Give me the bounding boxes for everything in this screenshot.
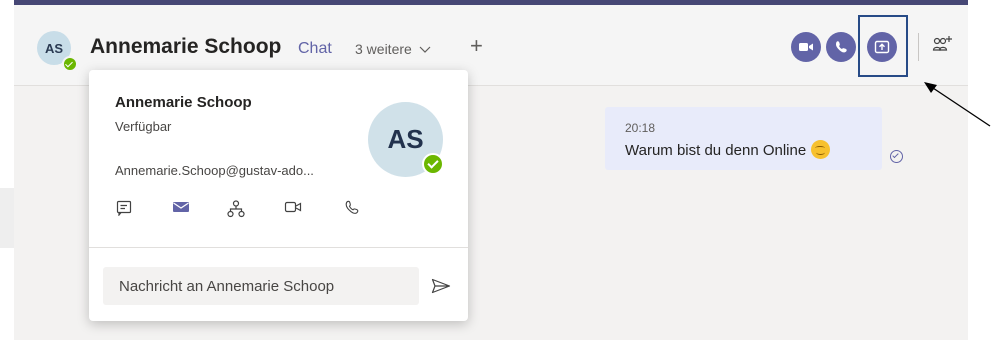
card-divider: [89, 247, 468, 248]
chevron-down-icon: [419, 46, 431, 53]
message-body: Warum bist du denn Online: [625, 142, 807, 159]
send-icon[interactable]: [431, 278, 451, 294]
smile-emoji-icon: [811, 140, 831, 159]
more-tabs-label: 3 weitere: [355, 41, 412, 57]
left-panel-edge: [0, 188, 14, 248]
contact-name[interactable]: Annemarie Schoop: [90, 35, 281, 59]
audio-call-icon: [836, 41, 847, 53]
chat-icon[interactable]: [116, 200, 132, 216]
video-call-button[interactable]: [791, 32, 821, 62]
profile-card: Annemarie Schoop Verfügbar Annemarie.Sch…: [89, 70, 468, 321]
highlight-box: [858, 15, 908, 77]
add-people-icon: [932, 36, 952, 51]
message-bubble[interactable]: 20:18 Warum bist du denn Online: [605, 107, 882, 170]
card-email[interactable]: Annemarie.Schoop@gustav-ado...: [115, 163, 314, 178]
audio-call-button[interactable]: [826, 32, 856, 62]
card-contact-name: Annemarie Schoop: [115, 94, 252, 111]
mail-icon[interactable]: [172, 200, 190, 214]
pointer-arrow-annotation: [924, 82, 991, 127]
header-divider: [918, 33, 919, 61]
video-call-icon: [799, 43, 813, 51]
tab-chat[interactable]: Chat: [298, 40, 332, 58]
add-tab-button[interactable]: +: [470, 33, 483, 59]
message-text: Warum bist du denn Online: [625, 140, 831, 159]
card-status: Verfügbar: [115, 119, 172, 134]
read-receipt-icon: [890, 150, 903, 163]
presence-available-icon: [422, 153, 444, 175]
presence-available-icon: [62, 56, 78, 72]
phone-icon[interactable]: [344, 200, 360, 216]
video-icon[interactable]: [284, 200, 302, 214]
org-chart-icon[interactable]: [227, 200, 245, 218]
message-input[interactable]: [103, 267, 419, 305]
more-tabs-dropdown[interactable]: 3 weitere: [355, 41, 431, 57]
message-time: 20:18: [625, 121, 656, 135]
add-people-button[interactable]: [932, 35, 954, 60]
